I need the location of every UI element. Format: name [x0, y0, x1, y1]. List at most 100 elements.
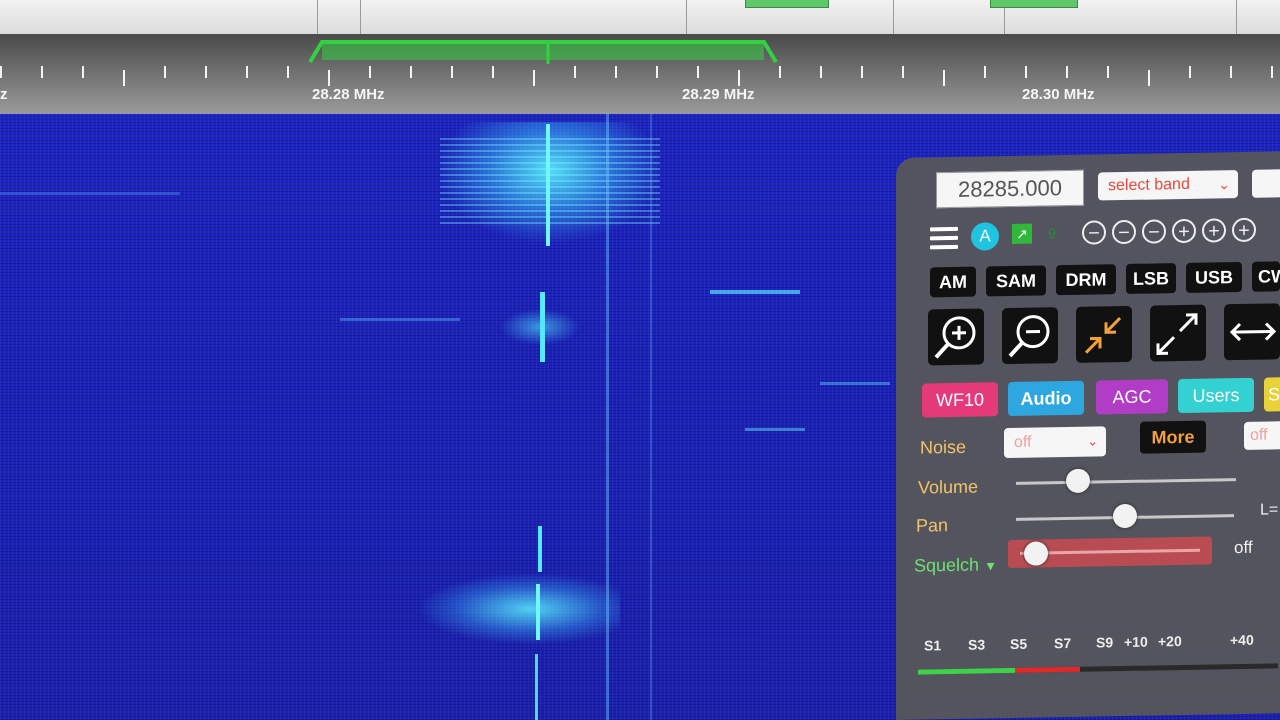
signal-dash	[820, 382, 890, 385]
scale-tick	[205, 66, 207, 78]
freq-label-2828: 28.28 MHz	[312, 86, 385, 103]
zoom-out-icon[interactable]: −	[1112, 219, 1136, 245]
smeter-level-green	[918, 667, 1016, 675]
s-meter: S1 S3 S5 S7 S9 +10 +20 +40	[910, 631, 1280, 717]
shrink-arrows-icon[interactable]	[1076, 305, 1132, 363]
scale-tick	[1271, 66, 1273, 78]
freq-label-2830: 28.30 MHz	[1022, 86, 1095, 103]
partial-select[interactable]	[1252, 169, 1280, 198]
band-select-label: select band	[1108, 175, 1190, 195]
faint-line	[606, 114, 609, 720]
control-panel: 28285.000 select band ⌄ A ↗ 9 − − − + + …	[896, 151, 1280, 720]
band-select[interactable]: select band ⌄	[1098, 170, 1238, 201]
horizontal-arrows-icon[interactable]	[1224, 303, 1280, 361]
chevron-down-icon: ⌄	[1087, 433, 1098, 449]
signal-dash	[340, 318, 460, 321]
mode-usb-button[interactable]: USB	[1186, 261, 1242, 293]
more-button[interactable]: More	[1140, 420, 1206, 454]
frequency-scale[interactable]: z 28.28 MHz 28.29 MHz 28.30 MHz	[0, 34, 1280, 114]
scale-tick	[82, 66, 84, 78]
divider	[686, 0, 687, 34]
pan-slider-thumb[interactable]	[1113, 503, 1137, 529]
scale-tick	[984, 66, 986, 78]
carrier-line	[535, 654, 538, 720]
smeter-label: S3	[968, 636, 986, 653]
passband-indicator[interactable]	[308, 36, 778, 66]
signal-dash	[0, 192, 180, 195]
scale-tick	[0, 66, 2, 78]
scale-tick	[328, 70, 330, 86]
faint-line	[650, 114, 652, 720]
expand-arrows-icon[interactable]	[1150, 304, 1206, 362]
scale-tick	[1107, 66, 1109, 78]
scale-tick	[246, 66, 248, 78]
smeter-label: +20	[1158, 633, 1182, 650]
tab-s[interactable]: S	[1264, 377, 1280, 412]
smeter-label: S7	[1054, 634, 1072, 652]
squelch-label-text: Squelch	[914, 554, 980, 576]
zoom-in-big-icon[interactable]	[928, 308, 984, 366]
nine-label: 9	[1048, 225, 1056, 242]
scale-tick	[164, 66, 166, 78]
divider	[360, 0, 361, 34]
scale-tick	[615, 66, 617, 78]
freq-label-cut: z	[0, 86, 8, 103]
tab-agc[interactable]: AGC	[1096, 379, 1168, 415]
noise-select[interactable]: off ⌄	[1004, 426, 1106, 459]
zoom-out-icon[interactable]: −	[1082, 220, 1106, 245]
mode-am-button[interactable]: AM	[930, 266, 976, 298]
scale-tick	[492, 66, 494, 78]
zoom-in-icon[interactable]: +	[1232, 217, 1256, 243]
scale-tick	[287, 66, 289, 78]
zoom-in-icon[interactable]: +	[1172, 218, 1196, 244]
noise-select-value: off	[1014, 433, 1032, 451]
divider	[893, 0, 894, 34]
mode-drm-button[interactable]: DRM	[1056, 264, 1116, 296]
volume-label: Volume	[918, 476, 979, 498]
zoom-in-icon[interactable]: +	[1202, 218, 1226, 243]
tab-users[interactable]: Users	[1178, 377, 1254, 414]
scale-tick	[533, 70, 535, 86]
volume-slider[interactable]	[1016, 478, 1236, 485]
scale-tick	[861, 66, 863, 78]
scale-tick	[697, 66, 699, 78]
scale-tick	[779, 66, 781, 78]
tab-wf10[interactable]: WF10	[922, 382, 998, 418]
scale-tick	[41, 66, 43, 78]
chevron-down-icon: ⌄	[1218, 176, 1230, 193]
scale-tick	[574, 66, 576, 78]
scale-tick	[369, 66, 371, 78]
smeter-label: +40	[1230, 631, 1254, 649]
carrier-line	[538, 526, 542, 572]
signal-dash	[710, 290, 800, 294]
volume-slider-thumb[interactable]	[1065, 468, 1090, 494]
mode-sam-button[interactable]: SAM	[986, 265, 1046, 297]
scale-tick	[1066, 66, 1068, 78]
menu-icon[interactable]	[930, 226, 958, 250]
scale-tick	[1025, 66, 1027, 78]
scale-tick	[902, 66, 904, 78]
zoom-out-big-icon[interactable]	[1002, 307, 1058, 365]
tab-audio[interactable]: Audio	[1008, 380, 1084, 417]
mode-lsb-button[interactable]: LSB	[1126, 263, 1176, 294]
off-select[interactable]: off	[1244, 421, 1280, 450]
top-strip	[0, 0, 1280, 35]
pan-label: Pan	[916, 515, 949, 536]
smeter-label: S1	[924, 637, 942, 654]
squelch-label: Squelch ▼	[914, 554, 997, 576]
smeter-label: S9	[1096, 634, 1114, 651]
zoom-out-icon[interactable]: −	[1142, 219, 1166, 244]
a-button[interactable]: A	[971, 222, 999, 251]
signal-blob	[420, 574, 620, 644]
pan-side-label: L=	[1260, 501, 1279, 519]
marker-box[interactable]	[990, 0, 1078, 8]
mode-cw-button[interactable]: CW	[1252, 261, 1280, 292]
smeter-label: +10	[1124, 633, 1148, 651]
smeter-level-red	[1015, 666, 1080, 673]
marker-box[interactable]	[745, 0, 829, 8]
frequency-input[interactable]: 28285.000	[936, 169, 1084, 209]
green-arrow-button[interactable]: ↗	[1012, 223, 1032, 244]
freq-label-2829: 28.29 MHz	[682, 86, 755, 103]
scale-tick	[410, 66, 412, 78]
smeter-label: S5	[1010, 635, 1028, 653]
